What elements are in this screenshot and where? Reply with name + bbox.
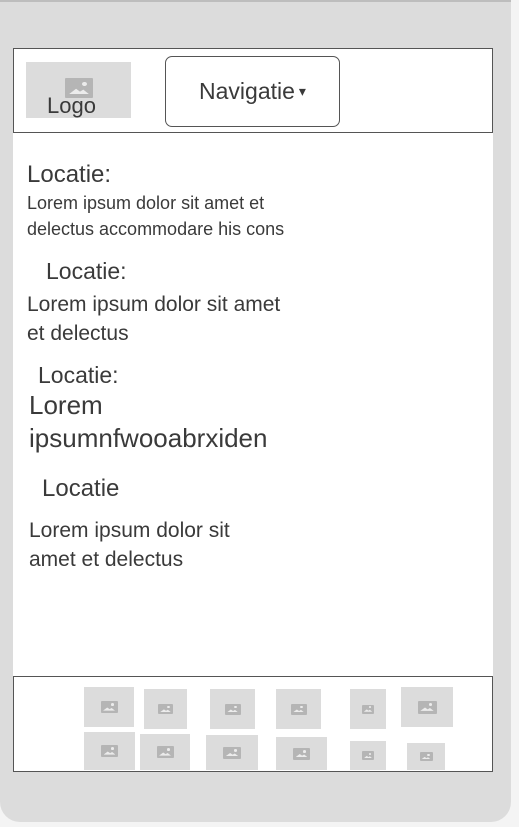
location-text: Lorem ipsum dolor sit amet et [27, 193, 265, 213]
logo-label: Logo [47, 93, 96, 118]
location-text: delectus accommodare his cons [27, 219, 285, 239]
location-title: Locatie: [46, 258, 127, 284]
image-placeholder-icon [101, 745, 118, 757]
image-placeholder-icon [100, 701, 118, 713]
image-placeholder-icon [223, 746, 241, 759]
device-frame: Logo Navigatie ▾ Locatie: Lorem ipsum do… [0, 0, 511, 822]
image-placeholder-icon [419, 752, 433, 761]
gallery-image[interactable] [206, 735, 258, 770]
image-placeholder-icon [293, 747, 310, 760]
gallery-image[interactable] [84, 687, 134, 727]
gallery-image[interactable] [210, 689, 255, 729]
navigation-label: Navigatie [199, 78, 295, 104]
location-text: Lorem ipsum dolor sit amet [27, 293, 281, 316]
gallery-image[interactable] [401, 687, 453, 727]
screen: Logo Navigatie ▾ Locatie: Lorem ipsum do… [13, 48, 493, 772]
image-placeholder-icon [362, 704, 374, 714]
image-placeholder-icon [290, 703, 307, 715]
navigation-dropdown-button[interactable]: Navigatie ▾ [165, 56, 340, 127]
gallery-image[interactable] [350, 689, 386, 729]
logo[interactable]: Logo [26, 62, 131, 118]
caret-down-icon: ▾ [298, 83, 306, 99]
location-title: Locatie [42, 475, 120, 502]
location-text: Lorem [29, 390, 103, 420]
location-text: et delectus [27, 322, 129, 345]
image-placeholder-icon [158, 704, 173, 714]
gallery-image[interactable] [276, 689, 321, 729]
image-placeholder-icon [362, 751, 374, 760]
image-placeholder-icon [156, 746, 174, 758]
location-text: ipsumnfwooabrxiden [29, 423, 268, 453]
location-title: Locatie: [38, 362, 119, 388]
gallery-image[interactable] [276, 737, 327, 770]
gallery-image[interactable] [407, 743, 445, 770]
gallery-image[interactable] [350, 741, 386, 770]
location-text: amet et delectus [29, 548, 184, 571]
image-placeholder-icon [417, 700, 437, 714]
header: Logo Navigatie ▾ [13, 48, 493, 133]
location-title: Locatie: [27, 161, 112, 188]
footer-image-gallery [13, 676, 493, 772]
gallery-image[interactable] [140, 734, 190, 770]
location-text: Lorem ipsum dolor sit [29, 519, 230, 542]
gallery-image[interactable] [84, 732, 135, 770]
gallery-image[interactable] [144, 689, 187, 729]
image-placeholder-icon [224, 703, 241, 715]
